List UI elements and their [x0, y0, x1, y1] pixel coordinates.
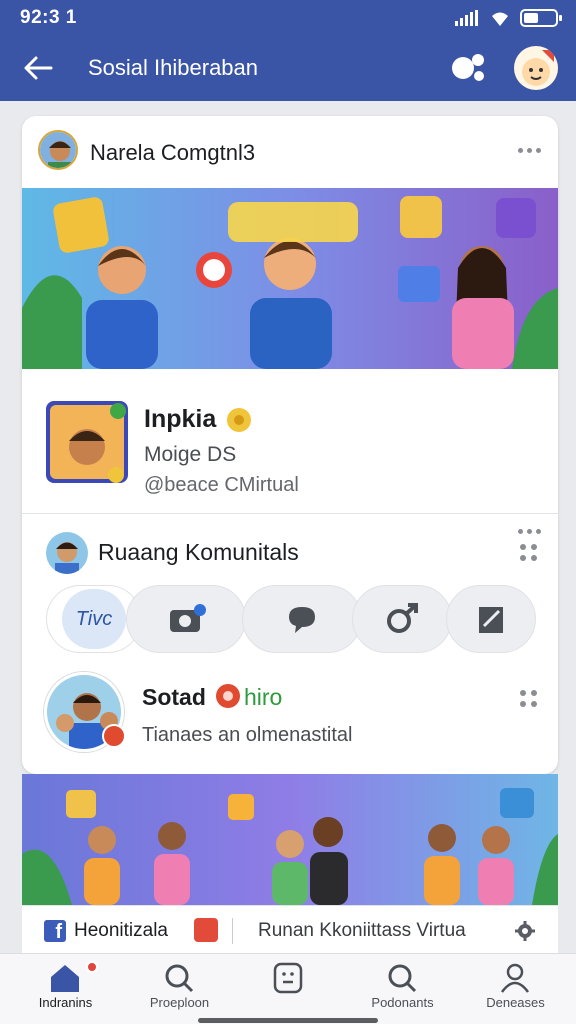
gender-button[interactable] [352, 585, 452, 653]
nav-search[interactable]: Proeploon [122, 954, 237, 1024]
status-bar: 92:3 1 [0, 0, 576, 36]
gift-icon[interactable] [194, 918, 218, 942]
text-icon: Tivc [62, 589, 126, 649]
people-button[interactable] [448, 48, 488, 88]
action-pill-row: Tivc [46, 585, 536, 653]
chat-icon [289, 607, 315, 633]
grid-icon [273, 962, 303, 994]
person-face-icon [46, 532, 88, 574]
status-time: 92:3 1 [20, 7, 77, 28]
nav-home[interactable]: Indranins [8, 954, 123, 1024]
nav-explore-label: Podonants [371, 995, 434, 1010]
banner-illustration [22, 188, 558, 369]
flag-icon [479, 607, 503, 633]
author-avatar[interactable] [38, 130, 78, 170]
footer-strip: f Heonitizala Runan Kkoniittass Virtua [22, 905, 558, 953]
page-title: Sosial Ihiberaban [88, 55, 259, 80]
avatar-icon [522, 50, 554, 86]
flower-icon [216, 684, 240, 708]
author-name[interactable]: Narela Comgtnl3 [90, 140, 255, 166]
nav-menu[interactable] [231, 954, 346, 1024]
shared-description: Tianaes an olmenastital [142, 724, 353, 746]
search-icon [165, 964, 194, 993]
camera-icon [170, 604, 206, 632]
nav-search-label: Proeploon [149, 995, 210, 1010]
group-avatar-icon [46, 401, 128, 483]
top-bar: 92:3 1 Sosial Ihiberaban [0, 0, 576, 101]
second-banner-image[interactable] [22, 774, 558, 905]
arrow-left-icon [24, 56, 53, 80]
shared-more-icon[interactable] [520, 690, 537, 707]
nav-profile[interactable]: Deneases [458, 954, 573, 1024]
signal-icon [455, 10, 478, 26]
home-indicator[interactable] [198, 1018, 378, 1023]
profile-avatar-button[interactable] [514, 46, 558, 90]
group-handle: @beace CMirtual [144, 474, 299, 496]
nav-profile-label: Deneases [486, 995, 545, 1010]
person-face-icon [40, 132, 76, 168]
bottom-nav: Indranins Proeploon Podonants Deneases [0, 953, 576, 1024]
community-illustration [22, 774, 558, 905]
search-icon [388, 964, 417, 993]
post-card: Narela Comgtnl3 Inpkia Moige DS @beace C… [22, 116, 558, 774]
gender-icon [387, 603, 418, 633]
person-icon [500, 963, 530, 993]
footer-right-label[interactable]: Runan Kkoniittass Virtua [258, 920, 466, 942]
gear-icon[interactable] [514, 920, 536, 942]
community-avatar[interactable] [46, 532, 88, 574]
battery-icon [520, 9, 562, 27]
notification-badge [86, 961, 98, 973]
home-icon [51, 965, 79, 992]
community-section: Ruaang Komunitals Tivc [22, 514, 558, 664]
group-thumbnail[interactable] [46, 401, 128, 483]
community-title[interactable]: Ruaang Komunitals [98, 539, 299, 566]
community-more-icon[interactable] [520, 544, 537, 561]
chat-button[interactable] [242, 585, 362, 653]
nav-home-label: Indranins [38, 995, 93, 1010]
post-banner-image[interactable] [22, 188, 558, 369]
post-header: Narela Comgtnl3 [22, 116, 558, 188]
footer-left-label[interactable]: Heonitizala [74, 920, 168, 942]
nav-explore[interactable]: Podonants [345, 954, 460, 1024]
group-name[interactable]: Inpkia [144, 405, 216, 434]
shared-title[interactable]: Sotad [142, 684, 206, 711]
group-subtitle: Moige DS [144, 443, 237, 466]
live-badge-icon [102, 724, 126, 748]
divider [232, 918, 233, 944]
facebook-icon[interactable]: f [44, 920, 66, 943]
wifi-icon [492, 12, 508, 26]
flag-button[interactable] [446, 585, 536, 653]
shared-post-row[interactable]: Sotad hiro Tianaes an olmenastital [22, 664, 558, 774]
back-button[interactable] [20, 50, 56, 86]
more-options-icon[interactable] [518, 148, 541, 153]
group-row[interactable]: Inpkia Moige DS @beace CMirtual [22, 369, 558, 534]
camera-button[interactable] [126, 585, 246, 653]
verified-badge-icon [227, 408, 251, 432]
shared-tag[interactable]: hiro [244, 684, 282, 711]
